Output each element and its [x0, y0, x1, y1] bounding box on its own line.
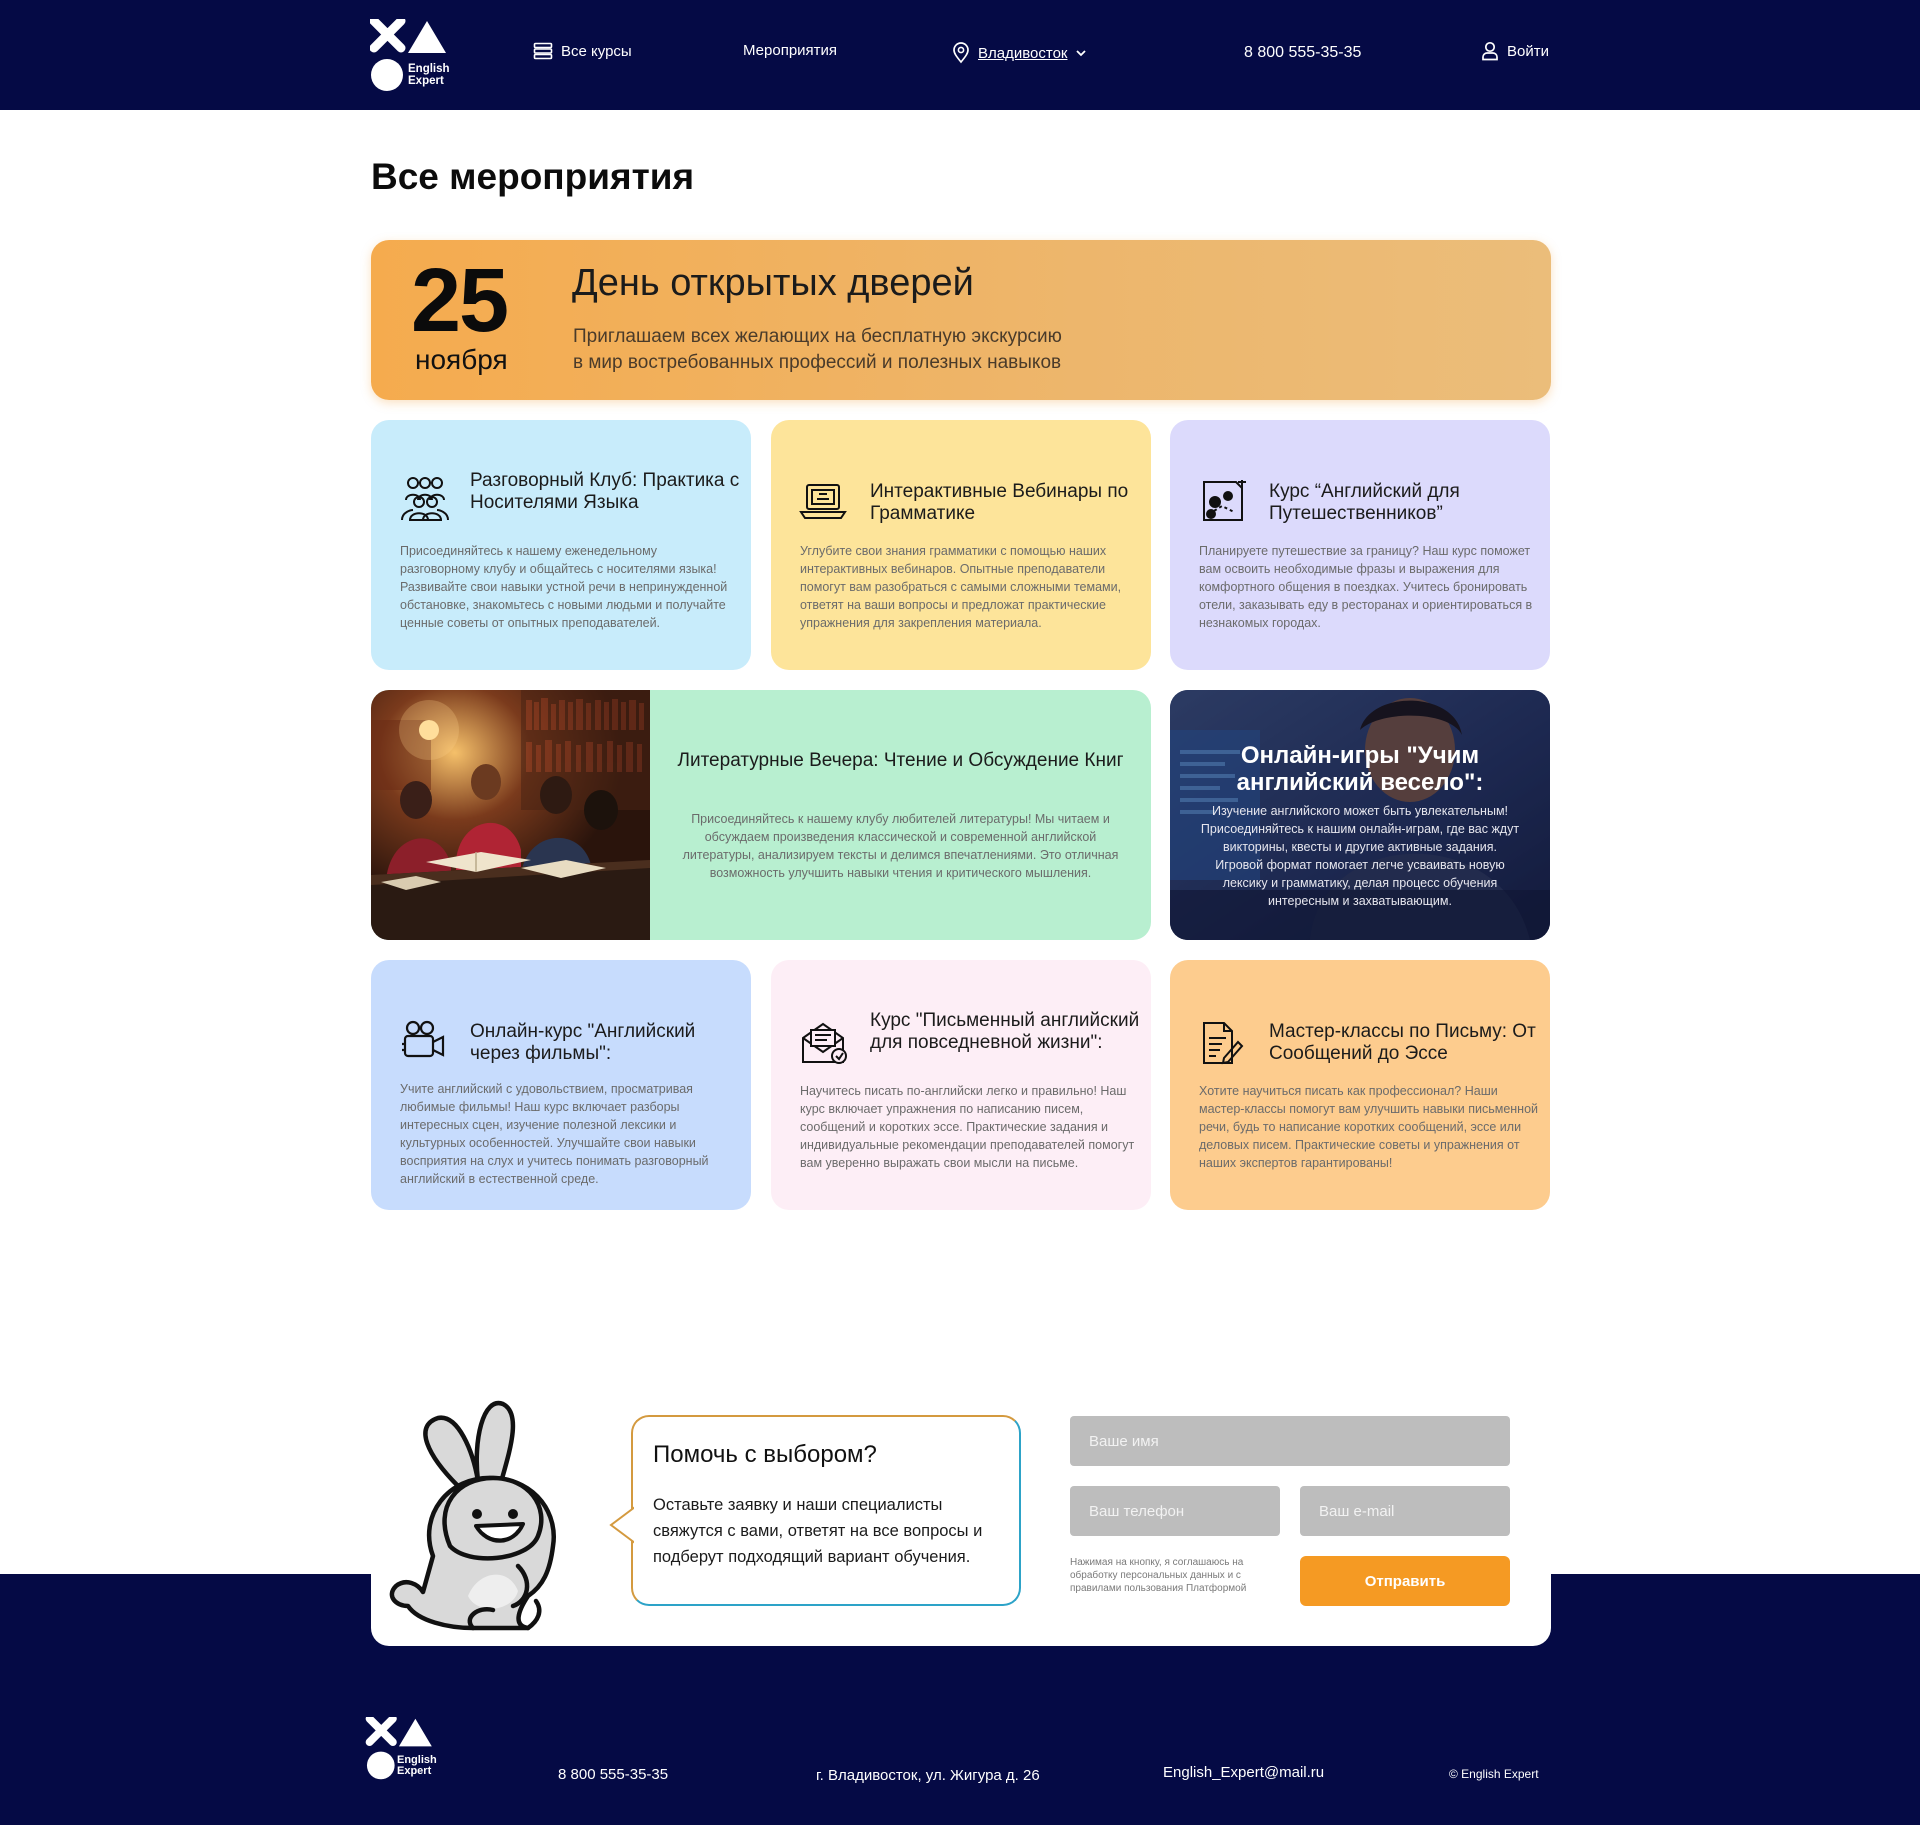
card-title: Онлайн-курс "Английский через фильмы": [470, 1021, 696, 1064]
people-group-icon [401, 477, 449, 521]
nav-all-courses-label: Все курсы [561, 42, 632, 60]
header-phone-label: 8 800 555-35-35 [1244, 44, 1362, 61]
card-title: Мастер-классы по Письму: От Сообщений до… [1269, 1021, 1536, 1064]
games-text: Изучение английского может быть увлекате… [1200, 804, 1520, 908]
login-button[interactable]: Войти [1481, 41, 1549, 61]
footer-phone[interactable]: 8 800 555-35-35 [558, 1766, 668, 1783]
hero-month: ноября [415, 344, 508, 375]
card-text: Углубите свои знания грамматики с помощь… [800, 544, 1122, 630]
hero-day: 25 [411, 251, 509, 351]
hero-text-line2: в мир востребованных профессий и полезны… [573, 352, 1062, 373]
location-pin-icon [953, 42, 969, 64]
movie-camera-icon [402, 1020, 445, 1058]
event-card-conversation-club[interactable]: Разговорный Клуб: Практика с Носителями … [371, 420, 751, 670]
letter-envelope-icon [802, 1022, 847, 1064]
literature-text: Присоединяйтесь к нашему клубу любителей… [682, 812, 1119, 880]
card-title: Курс "Письменный английский для повседне… [870, 1010, 1140, 1053]
hero-banner-open-day[interactable]: 25 ноября День открытых дверей Приглашае… [371, 240, 1551, 400]
event-card-travel-english[interactable]: Курс “Английский для Путешественников” П… [1170, 420, 1550, 670]
card-title: Курс “Английский для Путешественников” [1269, 481, 1460, 524]
event-card-movies-course[interactable]: Онлайн-курс "Английский через фильмы": У… [371, 960, 751, 1210]
courses-list-icon [533, 42, 553, 60]
rabbit-illustration [389, 1400, 556, 1631]
logo-text-line1: English [408, 63, 450, 75]
city-selector[interactable]: Владивосток [952, 42, 1087, 64]
chevron-down-icon [1076, 50, 1087, 57]
site-header: English Expert Все курсы Мероприятия Вла… [0, 0, 1920, 110]
card-text: Хотите научиться писать как профессионал… [1199, 1084, 1539, 1170]
login-label: Войти [1507, 42, 1549, 60]
library-photo [371, 690, 650, 940]
name-input[interactable] [1070, 1416, 1510, 1466]
bubble-tail [609, 1505, 637, 1545]
logo-text-line2: Expert [408, 74, 444, 87]
footer-email[interactable]: English_Expert@mail.ru [1163, 1764, 1324, 1781]
help-speech-bubble: Помочь с выбором? Оставьте заявку и наши… [609, 1415, 1021, 1606]
literature-title: Литературные Вечера: Чтение и Обсуждение… [677, 750, 1124, 771]
help-text: Оставьте заявку и наши специалисты свяжу… [653, 1496, 983, 1566]
card-text: Планируете путешествие за границу? Наш к… [1199, 544, 1533, 630]
user-icon [1482, 41, 1498, 61]
card-text: Научитесь писать по-английски легко и пр… [800, 1084, 1135, 1170]
hero-title: День открытых дверей [572, 262, 974, 304]
city-selector-label: Владивосток [978, 44, 1068, 62]
submit-button[interactable]: Отправить [1300, 1556, 1510, 1606]
card-text: Учите английский с удовольствием, просма… [400, 1082, 709, 1186]
logo[interactable]: English Expert [370, 19, 460, 93]
event-card-grammar-webinars[interactable]: Интерактивные Вебинары по Грамматике Угл… [771, 420, 1151, 670]
card-text: Присоединяйтесь к нашему еженедельному р… [400, 544, 728, 630]
page-title: Все мероприятия [371, 156, 695, 197]
nav-all-courses[interactable]: Все курсы [533, 42, 632, 60]
event-card-online-games[interactable]: Онлайн-игры "Учим английский весело": Из… [1170, 690, 1550, 940]
card-title: Разговорный Клуб: Практика с Носителями … [470, 470, 740, 513]
document-pen-icon [1203, 1022, 1244, 1065]
email-input[interactable] [1300, 1486, 1510, 1536]
footer-copyright: © English Expert [1449, 1767, 1539, 1781]
event-card-literature-evenings[interactable]: Литературные Вечера: Чтение и Обсуждение… [371, 690, 1151, 940]
event-card-writing-course[interactable]: Курс "Письменный английский для повседне… [771, 960, 1151, 1210]
games-title: Онлайн-игры "Учим английский весело": [1236, 742, 1484, 796]
help-title: Помочь с выбором? [653, 1441, 877, 1468]
phone-input[interactable] [1070, 1486, 1280, 1536]
travel-map-icon [1203, 480, 1246, 521]
nav-events-label: Мероприятия [743, 42, 838, 59]
footer-logo-text-line2: Expert [397, 1765, 432, 1778]
footer-address: г. Владивосток, ул. Жигура д. 26 [816, 1767, 1040, 1784]
footer-logo[interactable]: English Expert [365, 1717, 445, 1781]
card-title: Интерактивные Вебинары по Грамматике [870, 481, 1129, 524]
header-phone[interactable]: 8 800 555-35-35 [1244, 44, 1361, 62]
event-card-writing-masterclass[interactable]: Мастер-классы по Письму: От Сообщений до… [1170, 960, 1550, 1210]
hero-text: Приглашаем всех желающих на бесплатную э… [573, 324, 1173, 376]
consent-text: Нажимая на кнопку, я соглашаюсь на обраб… [1070, 1557, 1247, 1594]
nav-events[interactable]: Мероприятия [743, 42, 837, 59]
hero-text-line1: Приглашаем всех желающих на бесплатную э… [573, 326, 1062, 347]
laptop-icon [799, 484, 847, 519]
